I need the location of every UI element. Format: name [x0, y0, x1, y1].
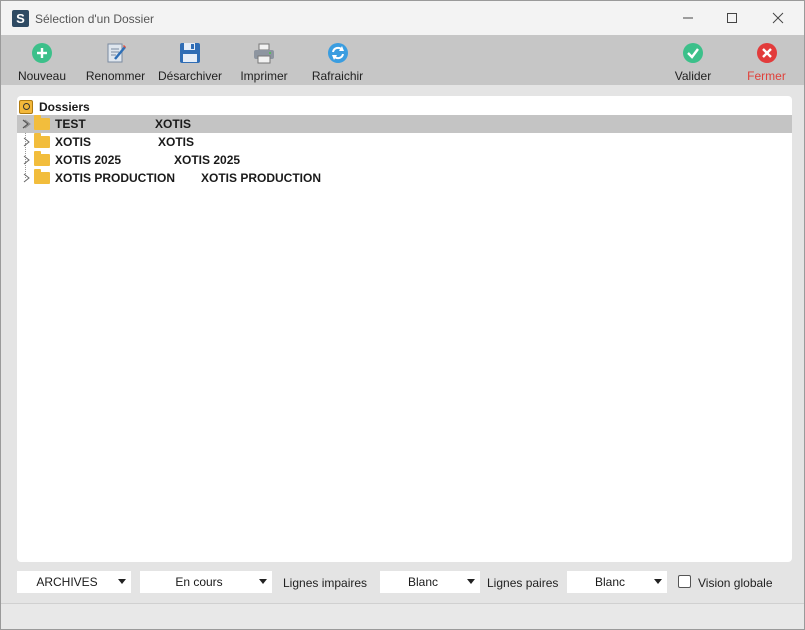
bottom-options-bar: ARCHIVES En cours Lignes impaires Blanc … [1, 568, 804, 598]
renommer-button[interactable]: Renommer [84, 35, 147, 85]
lignes-impaires-label: Lignes impaires [283, 576, 368, 590]
vision-globale-label: Vision globale [698, 576, 773, 590]
rafraichir-button[interactable]: Rafraichir [310, 35, 365, 85]
folder-search-icon [19, 100, 33, 114]
edit-document-icon [104, 41, 128, 65]
archives-select-value: ARCHIVES [36, 575, 98, 589]
nouveau-label: Nouveau [17, 69, 67, 83]
dossier-name: TEST [55, 117, 86, 131]
archives-select[interactable]: ARCHIVES [17, 571, 131, 593]
refresh-icon [326, 41, 350, 65]
tree-row[interactable]: XOTIS PRODUCTION XOTIS PRODUCTION [17, 169, 792, 187]
chevron-right-icon[interactable] [21, 173, 31, 183]
status-select[interactable]: En cours [140, 571, 272, 593]
folder-icon [34, 115, 50, 130]
valider-button[interactable]: Valider [673, 35, 713, 85]
folder-icon [34, 151, 50, 166]
printer-icon [252, 41, 276, 65]
lignes-paires-value: Blanc [594, 575, 626, 589]
imprimer-button[interactable]: Imprimer [237, 35, 291, 85]
folder-icon [34, 133, 50, 148]
maximize-icon [727, 13, 737, 23]
tree-row[interactable]: TEST XOTIS [17, 115, 792, 133]
nouveau-button[interactable]: Nouveau [17, 35, 67, 85]
chevron-right-icon[interactable] [21, 155, 31, 165]
save-disk-icon [178, 41, 202, 65]
dossier-name: XOTIS [55, 135, 92, 149]
caret-down-icon [654, 579, 662, 584]
desarchiver-button[interactable]: Désarchiver [155, 35, 225, 85]
dossier-name: XOTIS 2025 [55, 153, 122, 167]
minimize-button[interactable] [665, 1, 711, 35]
tree-row[interactable]: XOTIS 2025 XOTIS 2025 [17, 151, 792, 169]
dossier-company: XOTIS [155, 117, 192, 131]
dialog-window: S Sélection d'un Dossier Nouveau Renomme… [0, 0, 805, 630]
lignes-paires-label: Lignes paires [487, 576, 559, 590]
tree-root-label: Dossiers [39, 100, 90, 114]
chevron-right-icon[interactable] [21, 137, 31, 147]
check-circle-icon [681, 41, 705, 65]
dossier-name: XOTIS PRODUCTION [55, 171, 176, 185]
close-circle-icon [755, 41, 779, 65]
title-bar: S Sélection d'un Dossier [1, 1, 804, 35]
close-icon [772, 12, 784, 24]
caret-down-icon [118, 579, 126, 584]
toolbar: Nouveau Renommer Désarchiver Imprimer Ra… [1, 35, 804, 85]
dossier-company: XOTIS 2025 [174, 153, 241, 167]
fermer-button[interactable]: Fermer [745, 35, 788, 85]
dossier-company: XOTIS PRODUCTION [201, 171, 322, 185]
maximize-button[interactable] [709, 1, 755, 35]
close-window-button[interactable] [755, 1, 801, 35]
renommer-label: Renommer [85, 69, 146, 83]
dossiers-tree-panel[interactable]: Dossiers TEST XOTIS XOTIS XOTIS XOTIS 20… [17, 96, 792, 562]
valider-label: Valider [674, 69, 712, 83]
folder-icon [34, 169, 50, 184]
rafraichir-label: Rafraichir [311, 69, 364, 83]
window-title: Sélection d'un Dossier [35, 12, 155, 26]
chevron-right-icon[interactable] [21, 119, 31, 129]
fermer-label: Fermer [747, 69, 786, 83]
status-select-value: En cours [175, 575, 223, 589]
desarchiver-label: Désarchiver [157, 69, 223, 83]
plus-circle-icon [30, 41, 54, 65]
tree-row[interactable]: XOTIS XOTIS [17, 133, 792, 151]
caret-down-icon [467, 579, 475, 584]
dossier-company: XOTIS [158, 135, 195, 149]
lignes-paires-select[interactable]: Blanc [567, 571, 667, 593]
imprimer-label: Imprimer [240, 69, 288, 83]
lignes-impaires-value: Blanc [407, 575, 439, 589]
caret-down-icon [259, 579, 267, 584]
minimize-icon [683, 17, 693, 19]
vision-globale-checkbox[interactable] [678, 575, 691, 588]
status-bar [1, 603, 804, 629]
lignes-impaires-select[interactable]: Blanc [380, 571, 480, 593]
tree-root-dossiers[interactable]: Dossiers [19, 99, 90, 115]
app-icon: S [12, 10, 29, 27]
